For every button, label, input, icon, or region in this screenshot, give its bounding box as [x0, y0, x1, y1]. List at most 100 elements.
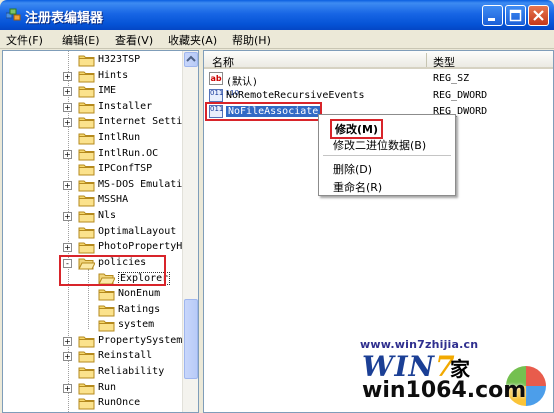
folder-icon	[78, 102, 95, 114]
folder-icon	[78, 133, 95, 145]
collapse-icon[interactable]: -	[63, 258, 72, 268]
folder-icon	[78, 180, 95, 192]
folder-icon	[78, 383, 95, 395]
tree-item-label: Internet Setti	[98, 116, 183, 128]
tree-item-label: IntlRun.OC	[98, 147, 159, 159]
arrow-up-icon	[186, 55, 196, 62]
folder-icon	[78, 71, 95, 83]
tree-item-label: Installer	[98, 100, 153, 112]
folder-icon	[78, 195, 95, 207]
tree-item-label: Run	[98, 381, 117, 393]
menu-file[interactable]: 文件(F)	[6, 32, 43, 48]
tree-item-label: Hints	[98, 69, 129, 81]
folder-icon	[78, 242, 95, 254]
expand-icon[interactable]: +	[63, 149, 72, 159]
folder-icon	[78, 117, 95, 129]
menu-help[interactable]: 帮助(H)	[232, 32, 271, 48]
folder-icon	[78, 367, 95, 379]
expand-icon[interactable]: +	[63, 102, 72, 112]
tree-item-label: OptimalLayout	[98, 225, 177, 237]
tree-item-label: PropertySystem	[98, 334, 183, 346]
value-name: (默认)	[226, 77, 259, 88]
value-name: NoFileAssociate	[226, 106, 321, 117]
tree-item-label: IME	[98, 85, 117, 97]
tree-item-label: system	[118, 319, 155, 331]
tree-item-label: MSSHA	[98, 194, 129, 206]
folder-icon	[98, 305, 115, 317]
close-button[interactable]	[528, 5, 549, 26]
expand-icon[interactable]: +	[63, 336, 72, 346]
expand-icon[interactable]: +	[63, 118, 72, 128]
context-delete[interactable]: 删除(D)	[333, 161, 372, 177]
binary-value-icon: 011 110	[209, 88, 239, 102]
folder-icon	[78, 86, 95, 98]
folder-icon	[78, 149, 95, 161]
close-icon	[533, 10, 544, 21]
tree-scrollbar[interactable]	[182, 51, 198, 412]
column-divider[interactable]	[426, 53, 427, 67]
expand-icon[interactable]: +	[63, 180, 72, 190]
tree-item-label: Nls	[98, 210, 117, 221]
window-title: 注册表编辑器	[25, 11, 104, 26]
folder-icon	[78, 336, 95, 348]
folder-icon	[98, 320, 115, 332]
tree-item-label: Reinstall	[98, 350, 153, 362]
folder-icon	[78, 211, 95, 223]
list-header: 名称 类型	[204, 51, 553, 70]
minimize-button[interactable]	[482, 5, 503, 26]
expand-icon[interactable]: +	[63, 352, 72, 362]
menu-edit[interactable]: 编辑(E)	[62, 32, 100, 48]
folder-icon	[98, 289, 115, 301]
tree-item-label: H323TSP	[98, 54, 141, 65]
tree-item-label: policies	[98, 256, 147, 268]
string-value-icon: ab	[209, 72, 223, 85]
expand-icon[interactable]: +	[63, 243, 72, 253]
menu-favorites[interactable]: 收藏夹(A)	[168, 32, 217, 48]
tree-item-label: Explorer	[118, 272, 171, 286]
menu-view[interactable]: 查看(V)	[115, 32, 153, 48]
expand-icon[interactable]: +	[63, 71, 72, 81]
scroll-thumb[interactable]	[184, 299, 198, 379]
context-rename[interactable]: 重命名(R)	[333, 179, 382, 195]
expand-icon[interactable]: +	[63, 87, 72, 97]
registry-editor-icon	[6, 8, 21, 21]
folder-open-icon	[78, 258, 95, 270]
value-row[interactable]: ab (默认) REG_SZ	[204, 71, 553, 88]
tree-item-label: IntlRun	[98, 132, 141, 143]
folder-open-icon	[98, 273, 115, 285]
tree-item-label: Ratings	[118, 303, 161, 315]
tree-guide-line-nested	[88, 269, 89, 329]
binary-value-icon: 011 110	[209, 105, 239, 118]
context-modify[interactable]: 修改(M)	[330, 119, 384, 139]
context-separator	[323, 155, 451, 156]
context-menu: 修改(M) 修改二进位数据(B) 删除(D) 重命名(R)	[318, 114, 456, 196]
tree-item-label: MS-DOS Emulati	[98, 178, 183, 190]
value-type: REG_DWORD	[433, 89, 488, 101]
expand-icon[interactable]: +	[63, 383, 72, 393]
context-modify-binary[interactable]: 修改二进位数据(B)	[333, 137, 426, 153]
minimize-icon	[488, 18, 495, 21]
menu-bar: 文件(F) 编辑(E) 查看(V) 收藏夹(A) 帮助(H)	[0, 30, 554, 49]
maximize-button[interactable]	[505, 5, 526, 26]
folder-icon	[78, 164, 95, 176]
key-tree-pane[interactable]: H323TSP + Hints + IME + Installer + Internet Set…	[2, 50, 199, 413]
tree-item-label: NonEnum	[118, 288, 161, 299]
tree-item-label: IPConfTSP	[98, 163, 153, 175]
folder-icon	[78, 55, 95, 67]
value-name: NoRemoteRecursiveEvents	[226, 89, 365, 101]
scroll-up-button[interactable]	[184, 52, 198, 67]
tree-item-label: Reliability	[98, 366, 165, 377]
column-name-header[interactable]: 名称	[212, 54, 234, 70]
expand-icon[interactable]: +	[63, 212, 72, 221]
maximize-icon	[509, 9, 522, 22]
value-row[interactable]: 011 110 NoRemoteRecursiveEvents REG_DWORD	[204, 88, 553, 104]
column-type-header[interactable]: 类型	[433, 54, 455, 70]
registry-editor-window: 注册表编辑器 文件(F) 编辑(E) 查看(V) 收藏夹(A) 帮助(H) H3…	[0, 0, 554, 413]
folder-icon	[78, 351, 95, 363]
tree-item-label: RunOnce	[98, 397, 141, 409]
watermark-site: win1064.com	[362, 378, 527, 403]
title-bar[interactable]: 注册表编辑器	[0, 0, 554, 30]
folder-icon	[78, 398, 95, 410]
folder-icon	[78, 227, 95, 239]
value-type: REG_SZ	[433, 73, 470, 84]
